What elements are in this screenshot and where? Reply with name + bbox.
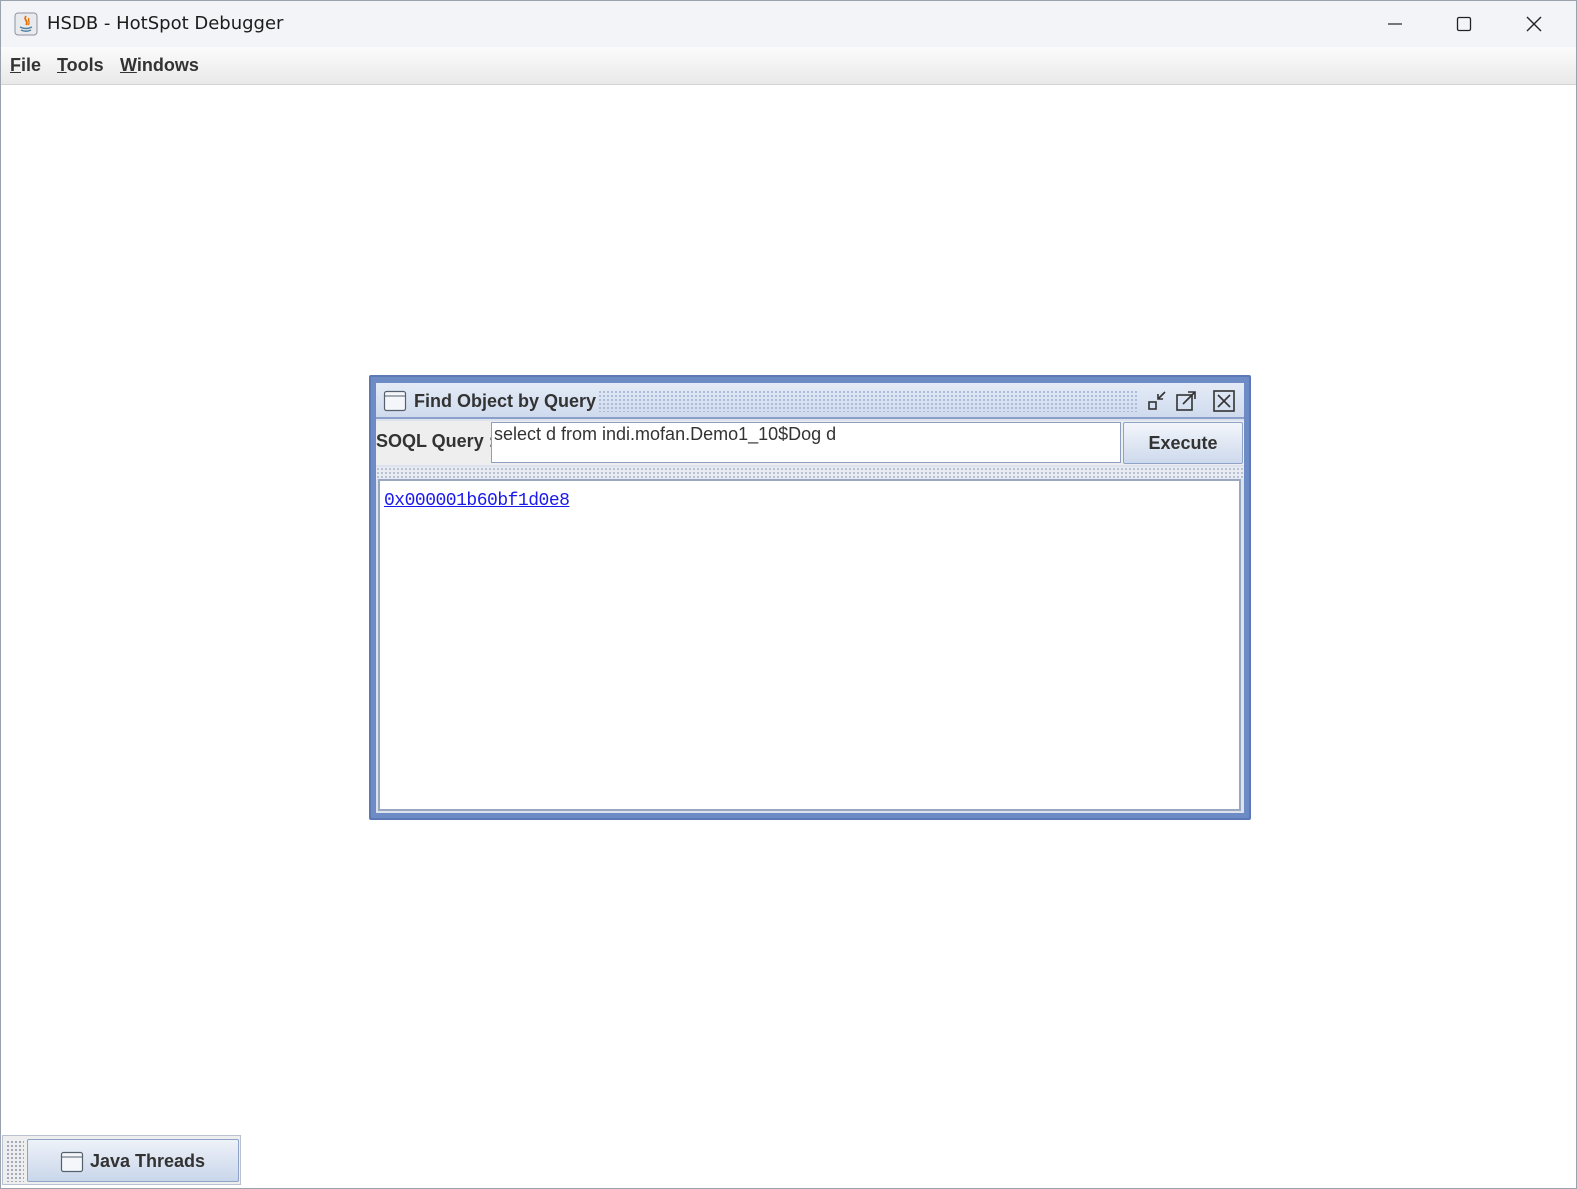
menu-file-label: ile [21, 55, 42, 75]
java-threads-button[interactable]: Java Threads [27, 1139, 239, 1182]
close-button[interactable] [1499, 1, 1569, 47]
soql-query-input[interactable]: select d from indi.mofan.Demo1_10$Dog d [491, 422, 1121, 463]
close-icon [1526, 16, 1542, 32]
drag-grip[interactable] [6, 1140, 24, 1182]
java-threads-label: Java Threads [90, 1151, 206, 1171]
split-pane-divider[interactable] [376, 467, 1244, 479]
soql-query-label: SOQL Query : [376, 431, 495, 451]
iconify-button[interactable] [1146, 389, 1170, 413]
menu-windows-mnemonic: W [120, 55, 137, 75]
execute-button[interactable]: Execute [1123, 422, 1243, 464]
frame-title: Find Object by Query [414, 391, 597, 411]
desktop-icon-bar: Java Threads [2, 1135, 241, 1185]
maximize-button[interactable] [1429, 1, 1499, 47]
window-frame-icon [383, 389, 407, 418]
window-frame-icon [60, 1150, 84, 1179]
frame-title-bar[interactable]: Find Object by Query [376, 383, 1244, 419]
java-icon [14, 12, 38, 36]
frame-close-button[interactable] [1212, 389, 1236, 413]
menu-windows[interactable]: Windows [120, 55, 199, 76]
minimize-icon [1388, 23, 1402, 25]
menu-tools[interactable]: Tools [57, 55, 104, 76]
menu-file-mnemonic: F [10, 55, 21, 75]
frame-maximize-button[interactable] [1174, 389, 1198, 413]
window-title: HSDB - HotSpot Debugger [47, 13, 284, 34]
maximize-icon [1456, 16, 1472, 32]
menu-tools-label: ools [66, 55, 104, 75]
find-object-frame-content: Find Object by Query SOQL Query : select… [376, 383, 1244, 813]
iconify-icon [1148, 391, 1166, 410]
close-icon [1213, 390, 1235, 412]
result-address-link[interactable]: 0x000001b60bf1d0e8 [384, 491, 570, 511]
title-drag-area [598, 390, 1138, 412]
maximize-icon [1176, 391, 1196, 411]
menu-file[interactable]: File [10, 55, 41, 76]
minimize-button[interactable] [1360, 1, 1430, 47]
results-pane: 0x000001b60bf1d0e8 [378, 479, 1241, 811]
find-object-frame: Find Object by Query SOQL Query : select… [369, 375, 1251, 820]
menu-windows-label: indows [136, 55, 199, 75]
hsdb-window: HSDB - HotSpot Debugger File Tools Windo… [0, 0, 1577, 1189]
menu-bar: File Tools Windows [1, 47, 1576, 85]
menu-tools-mnemonic: T [57, 55, 67, 75]
query-row: SOQL Query : select d from indi.mofan.De… [376, 421, 1244, 465]
title-bar[interactable]: HSDB - HotSpot Debugger [1, 1, 1576, 47]
